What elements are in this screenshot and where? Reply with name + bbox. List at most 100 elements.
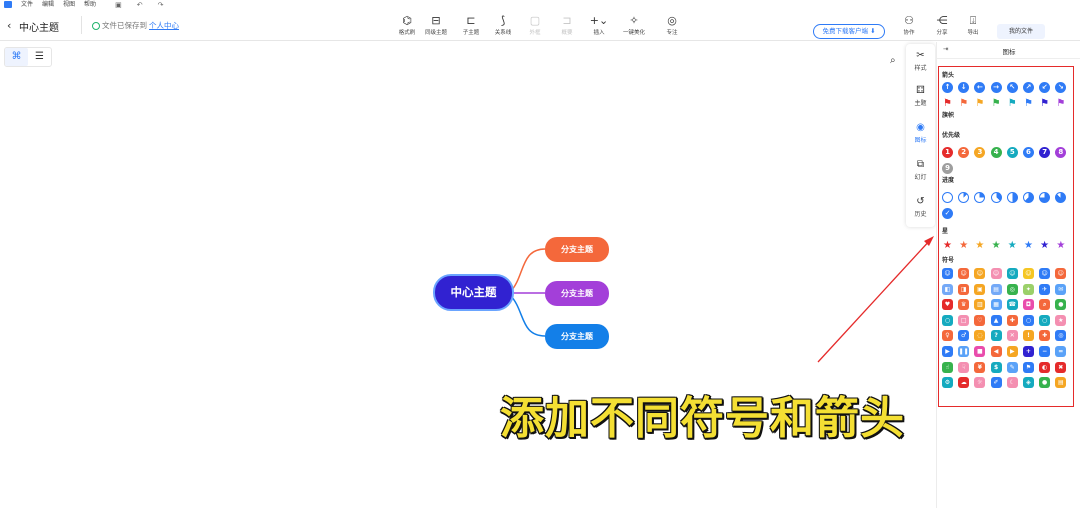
symbol-icon[interactable]: ✎ bbox=[1006, 361, 1018, 373]
priority-icon[interactable]: 5 bbox=[1006, 147, 1018, 158]
export-button[interactable]: ⍗ 导出 bbox=[956, 15, 990, 39]
progress-icon[interactable] bbox=[942, 192, 953, 203]
symbol-icon[interactable]: ☺ bbox=[1055, 268, 1067, 279]
menu-view[interactable]: 视图 bbox=[63, 0, 75, 9]
symbol-icon[interactable]: ◨ bbox=[958, 283, 970, 295]
subtopic-button[interactable]: ⊏ 子主题 bbox=[454, 15, 488, 39]
symbol-icon[interactable]: ! bbox=[1022, 330, 1034, 342]
symbol-icon[interactable]: ▣ bbox=[974, 283, 986, 295]
undo-icon[interactable]: ↶ bbox=[137, 1, 143, 9]
symbol-icon[interactable]: ◈ bbox=[1022, 377, 1034, 389]
symbol-icon[interactable]: ▲ bbox=[990, 314, 1002, 326]
symbol-icon[interactable]: □ bbox=[958, 314, 970, 326]
symbol-icon[interactable]: ▤ bbox=[990, 283, 1002, 295]
progress-icon[interactable]: ✓ bbox=[942, 207, 953, 219]
progress-icon[interactable] bbox=[1006, 192, 1018, 203]
symbol-icon[interactable]: ☺ bbox=[942, 268, 953, 279]
symbol-icon[interactable]: ☎ bbox=[1006, 299, 1018, 311]
symbol-icon[interactable]: ☺ bbox=[1022, 268, 1034, 279]
symbol-icon[interactable]: ○ bbox=[1039, 314, 1051, 326]
symbol-icon[interactable]: ☺ bbox=[1006, 268, 1018, 279]
progress-icon[interactable] bbox=[974, 192, 986, 203]
document-title[interactable]: 中心主题 bbox=[19, 19, 59, 34]
symbol-icon[interactable]: ◐ bbox=[1039, 361, 1051, 373]
progress-icon[interactable] bbox=[990, 192, 1002, 203]
flag-icon[interactable]: ⚑ bbox=[991, 98, 1002, 109]
priority-icon[interactable]: 1 bbox=[942, 147, 953, 158]
symbol-icon[interactable]: ▦ bbox=[990, 299, 1002, 311]
symbol-icon[interactable]: + bbox=[1022, 345, 1034, 357]
priority-icon[interactable]: 6 bbox=[1022, 147, 1034, 158]
branch-topic-node[interactable]: 分支主题 bbox=[545, 237, 609, 262]
priority-icon[interactable]: 7 bbox=[1039, 147, 1051, 158]
symbol-icon[interactable]: ✕ bbox=[1006, 330, 1018, 342]
star-icon[interactable]: ★ bbox=[1023, 240, 1034, 251]
arrow-icon[interactable]: ↗ bbox=[1022, 82, 1034, 93]
arrow-icon[interactable]: → bbox=[990, 82, 1002, 93]
symbol-icon[interactable]: ▥ bbox=[974, 299, 986, 311]
star-icon[interactable]: ★ bbox=[991, 240, 1002, 251]
focus-button[interactable]: ◎ 专注 bbox=[655, 15, 689, 39]
arrow-icon[interactable]: ← bbox=[974, 82, 986, 93]
symbol-icon[interactable]: ☺ bbox=[958, 268, 970, 279]
symbol-icon[interactable]: ⚑ bbox=[1022, 361, 1034, 373]
my-files-button[interactable]: 我的文件 bbox=[997, 24, 1045, 39]
star-icon[interactable]: ★ bbox=[958, 240, 969, 251]
flag-icon[interactable]: ⚑ bbox=[1023, 98, 1034, 109]
arrow-icon[interactable]: ↓ bbox=[958, 82, 970, 93]
symbol-icon[interactable]: ☺ bbox=[1039, 268, 1051, 279]
symbol-icon[interactable]: ◧ bbox=[942, 283, 953, 295]
symbol-icon[interactable]: ◀ bbox=[990, 345, 1002, 357]
menu-file[interactable]: 文件 bbox=[21, 0, 33, 9]
sidenav-history[interactable]: ↺ 历史 bbox=[906, 196, 935, 218]
symbol-icon[interactable]: ◘ bbox=[1022, 299, 1034, 311]
symbol-icon[interactable]: ◌ bbox=[974, 330, 986, 342]
relation-line-button[interactable]: ⟆ 关系线 bbox=[486, 15, 520, 39]
symbol-icon[interactable]: ▶ bbox=[942, 345, 953, 357]
symbol-icon[interactable]: ☝ bbox=[942, 361, 953, 373]
boundary-button[interactable]: ▢ 外框 bbox=[518, 15, 552, 39]
symbol-icon[interactable]: ○ bbox=[1022, 314, 1034, 326]
star-icon[interactable]: ★ bbox=[1039, 240, 1050, 251]
menu-edit[interactable]: 编辑 bbox=[42, 0, 54, 9]
redo-icon[interactable]: ↷ bbox=[158, 1, 164, 9]
flag-icon[interactable]: ⚑ bbox=[1055, 98, 1066, 109]
symbol-icon[interactable]: ☼ bbox=[974, 377, 986, 389]
symbol-icon[interactable]: = bbox=[1055, 345, 1067, 357]
symbol-icon[interactable]: ◎ bbox=[1006, 283, 1018, 295]
symbol-icon[interactable]: ✐ bbox=[990, 377, 1002, 389]
flag-icon[interactable]: ⚑ bbox=[1039, 98, 1050, 109]
share-button[interactable]: ⋲ 分享 bbox=[925, 15, 959, 39]
symbol-icon[interactable]: ▤ bbox=[1055, 377, 1067, 389]
symbol-icon[interactable]: ☺ bbox=[990, 268, 1002, 279]
star-icon[interactable]: ★ bbox=[1007, 240, 1018, 251]
priority-icon[interactable]: 3 bbox=[974, 147, 986, 158]
summary-button[interactable]: ⊐ 概要 bbox=[550, 15, 584, 39]
beautify-button[interactable]: ✧ 一键美化 bbox=[617, 15, 651, 39]
symbol-icon[interactable]: ✖ bbox=[1055, 361, 1067, 373]
sibling-topic-button[interactable]: ⊟ 同级主题 bbox=[419, 15, 453, 39]
symbol-icon[interactable]: ♡ bbox=[974, 314, 986, 326]
flag-icon[interactable]: ⚑ bbox=[974, 98, 985, 109]
priority-icon[interactable]: 9 bbox=[942, 162, 953, 174]
progress-icon[interactable] bbox=[1022, 192, 1034, 203]
priority-icon[interactable]: 2 bbox=[958, 147, 970, 158]
insert-button[interactable]: +⌄ 插入 bbox=[582, 15, 616, 39]
symbol-icon[interactable]: ◎ bbox=[1055, 330, 1067, 342]
symbol-icon[interactable]: ▶ bbox=[1006, 345, 1018, 357]
progress-icon[interactable] bbox=[958, 192, 970, 203]
sidenav-theme[interactable]: ⚃ 主题 bbox=[906, 85, 935, 107]
symbol-icon[interactable]: ☺ bbox=[974, 268, 986, 279]
symbol-icon[interactable]: ♂ bbox=[958, 330, 970, 342]
sidenav-icons[interactable]: ◉ 图标 bbox=[906, 122, 935, 144]
symbol-icon[interactable]: ♀ bbox=[942, 330, 953, 342]
symbol-icon[interactable]: ● bbox=[1055, 299, 1067, 311]
symbol-icon[interactable]: ⌕ bbox=[1039, 299, 1051, 311]
branch-topic-node[interactable]: 分支主题 bbox=[545, 324, 609, 349]
star-icon[interactable]: ★ bbox=[1055, 240, 1066, 251]
arrow-icon[interactable]: ↘ bbox=[1055, 82, 1067, 93]
symbol-icon[interactable]: ✚ bbox=[1006, 314, 1018, 326]
flag-icon[interactable]: ⚑ bbox=[942, 98, 953, 109]
symbol-icon[interactable]: ○ bbox=[942, 314, 953, 326]
symbol-icon[interactable]: $ bbox=[990, 361, 1002, 373]
